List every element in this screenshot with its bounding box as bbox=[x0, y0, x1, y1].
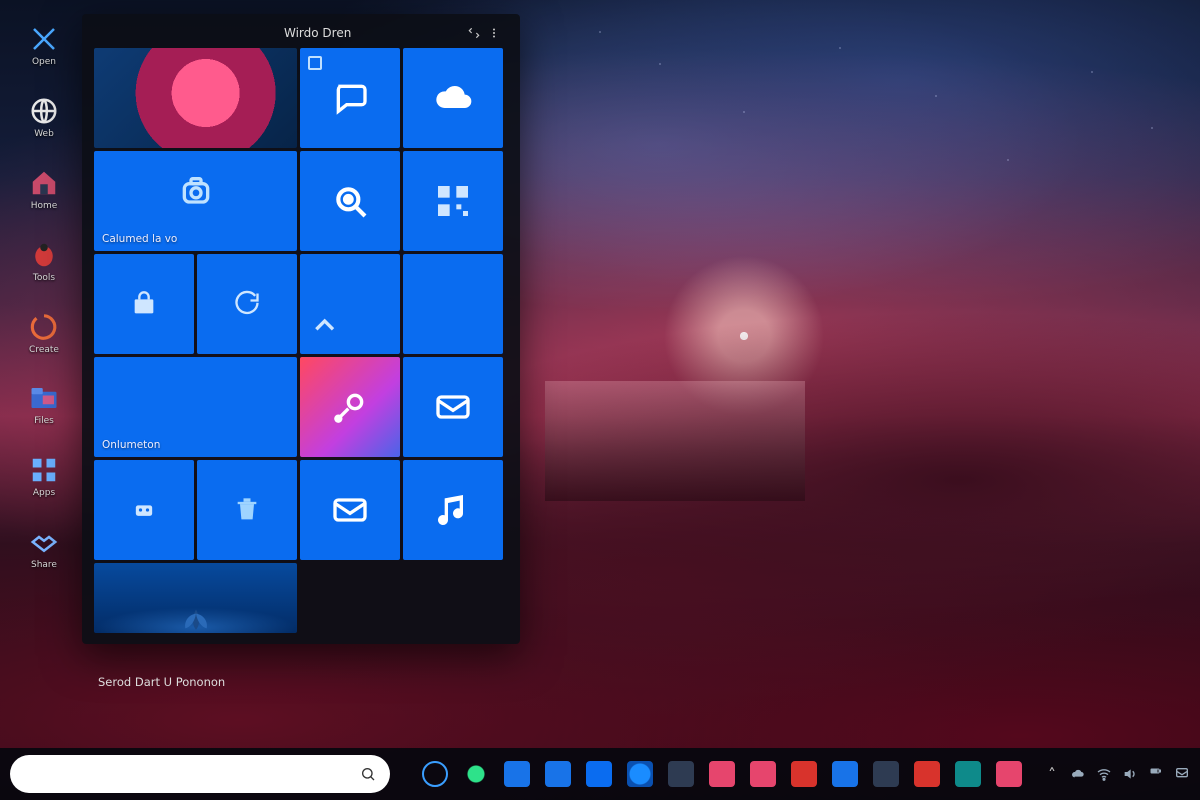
search-input[interactable] bbox=[24, 766, 360, 782]
handshake-icon bbox=[29, 527, 59, 557]
desktop-icon-open[interactable]: Open bbox=[14, 24, 74, 68]
desktop-icon-apps[interactable]: Apps bbox=[14, 455, 74, 499]
bag-icon bbox=[130, 290, 158, 318]
plant-icon bbox=[176, 593, 216, 633]
chat-bubble-icon bbox=[330, 78, 370, 118]
terminal-app[interactable] bbox=[873, 761, 899, 787]
corner-tile-1[interactable] bbox=[300, 254, 400, 354]
blank-tile-1[interactable] bbox=[403, 254, 503, 354]
desktop-icon-label: Tools bbox=[33, 274, 55, 284]
more-vertical-icon bbox=[488, 27, 500, 39]
search-icon bbox=[360, 766, 376, 782]
onedrive-icon[interactable] bbox=[1070, 766, 1086, 782]
live-plant-tile[interactable] bbox=[94, 563, 297, 633]
photos-app[interactable] bbox=[709, 761, 735, 787]
spark-arrow-icon bbox=[330, 387, 370, 427]
store-tile[interactable] bbox=[94, 254, 194, 354]
chevron-up-icon[interactable]: ˄ bbox=[1044, 766, 1060, 782]
tile-caption: Onlumeton bbox=[102, 439, 160, 451]
expand-icon bbox=[467, 26, 481, 40]
qr-icon bbox=[433, 181, 473, 221]
assistant-button[interactable] bbox=[463, 761, 489, 787]
camera-tile[interactable]: Calumed la vo bbox=[94, 151, 297, 251]
more-button[interactable] bbox=[484, 23, 504, 43]
system-tray: ˄ bbox=[1044, 766, 1190, 782]
trash-icon bbox=[233, 496, 261, 524]
envelope-icon bbox=[433, 387, 473, 427]
desktop-icon-label: Web bbox=[34, 130, 54, 140]
taskbar-search[interactable] bbox=[10, 755, 390, 793]
globe-icon bbox=[29, 96, 59, 126]
desktop-icon-label: Create bbox=[29, 346, 59, 356]
edge-browser[interactable] bbox=[627, 761, 653, 787]
teams-app[interactable] bbox=[955, 761, 981, 787]
desktop-icon-home[interactable]: Home bbox=[14, 168, 74, 212]
start-button[interactable] bbox=[422, 761, 448, 787]
desktop-icon-share[interactable]: Share bbox=[14, 527, 74, 571]
qr-share-tile[interactable] bbox=[403, 151, 503, 251]
start-menu-footer-text: Serod Dart U Pononon bbox=[98, 675, 225, 689]
cloud-icon bbox=[433, 78, 473, 118]
start-menu-tile-grid: Calumed la vo Onlumeton bbox=[94, 48, 508, 663]
news-app[interactable] bbox=[996, 761, 1022, 787]
mail-tile[interactable] bbox=[403, 357, 503, 457]
target-icon bbox=[330, 181, 370, 221]
battery-icon[interactable] bbox=[1148, 766, 1164, 782]
office-app[interactable] bbox=[914, 761, 940, 787]
start-menu: Wirdo Dren Calumed la vo bbox=[82, 14, 520, 644]
start-menu-header: Wirdo Dren bbox=[94, 24, 508, 48]
desktop-icon-label: Apps bbox=[33, 489, 55, 499]
folder-icon bbox=[29, 383, 59, 413]
search-target-tile[interactable] bbox=[300, 151, 400, 251]
house-icon bbox=[29, 168, 59, 198]
start-menu-footer: Serod Dart U Pononon bbox=[94, 663, 508, 691]
taskbar-pinned-apps bbox=[422, 761, 1036, 787]
notification-icon[interactable] bbox=[1174, 766, 1190, 782]
taskbar: ˄ bbox=[0, 748, 1200, 800]
envelope-icon bbox=[330, 490, 370, 530]
cross-tools-icon bbox=[29, 24, 59, 54]
desktop-icon-web[interactable]: Web bbox=[14, 96, 74, 140]
robot-face-icon bbox=[130, 496, 158, 524]
monitor-tile[interactable]: Onlumeton bbox=[94, 357, 297, 457]
mail-app[interactable] bbox=[832, 761, 858, 787]
corner-caret-icon bbox=[308, 306, 348, 346]
start-menu-title: Wirdo Dren bbox=[284, 26, 351, 40]
expand-button[interactable] bbox=[464, 23, 484, 43]
refresh-arrow-icon bbox=[233, 290, 261, 318]
recycle-tile[interactable] bbox=[197, 460, 297, 560]
live-photo-tile[interactable] bbox=[94, 48, 297, 148]
desktop-icon-label: Open bbox=[32, 58, 56, 68]
desktop-icon-label: Share bbox=[31, 561, 57, 571]
music-tile[interactable] bbox=[403, 460, 503, 560]
desktop-icon-tools[interactable]: Tools bbox=[14, 240, 74, 284]
refresh-tile[interactable] bbox=[197, 254, 297, 354]
desktop-icons-column: Open Web Home Tools Create Files Apps bbox=[14, 24, 74, 571]
desktop-icon-label: Home bbox=[31, 202, 58, 212]
widgets-button[interactable] bbox=[586, 761, 612, 787]
camera-icon bbox=[176, 172, 216, 212]
store-app[interactable] bbox=[545, 761, 571, 787]
messages-tile[interactable] bbox=[300, 460, 400, 560]
volume-icon[interactable] bbox=[1122, 766, 1138, 782]
chat-tile[interactable] bbox=[300, 48, 400, 148]
assistant-tile[interactable] bbox=[94, 460, 194, 560]
wifi-icon[interactable] bbox=[1096, 766, 1112, 782]
media-app[interactable] bbox=[750, 761, 776, 787]
security-app[interactable] bbox=[791, 761, 817, 787]
tile-badge-icon bbox=[308, 56, 322, 70]
music-note-icon bbox=[433, 490, 473, 530]
ladybug-icon bbox=[29, 240, 59, 270]
file-explorer[interactable] bbox=[504, 761, 530, 787]
grid-icon bbox=[29, 455, 59, 485]
desktop-icon-create[interactable]: Create bbox=[14, 312, 74, 356]
settings-app[interactable] bbox=[668, 761, 694, 787]
desktop-icon-label: Files bbox=[34, 417, 54, 427]
tile-caption: Calumed la vo bbox=[102, 233, 177, 245]
cloud-tile[interactable] bbox=[403, 48, 503, 148]
social-tile[interactable] bbox=[300, 357, 400, 457]
desktop-icon-files[interactable]: Files bbox=[14, 383, 74, 427]
swirl-icon bbox=[29, 312, 59, 342]
